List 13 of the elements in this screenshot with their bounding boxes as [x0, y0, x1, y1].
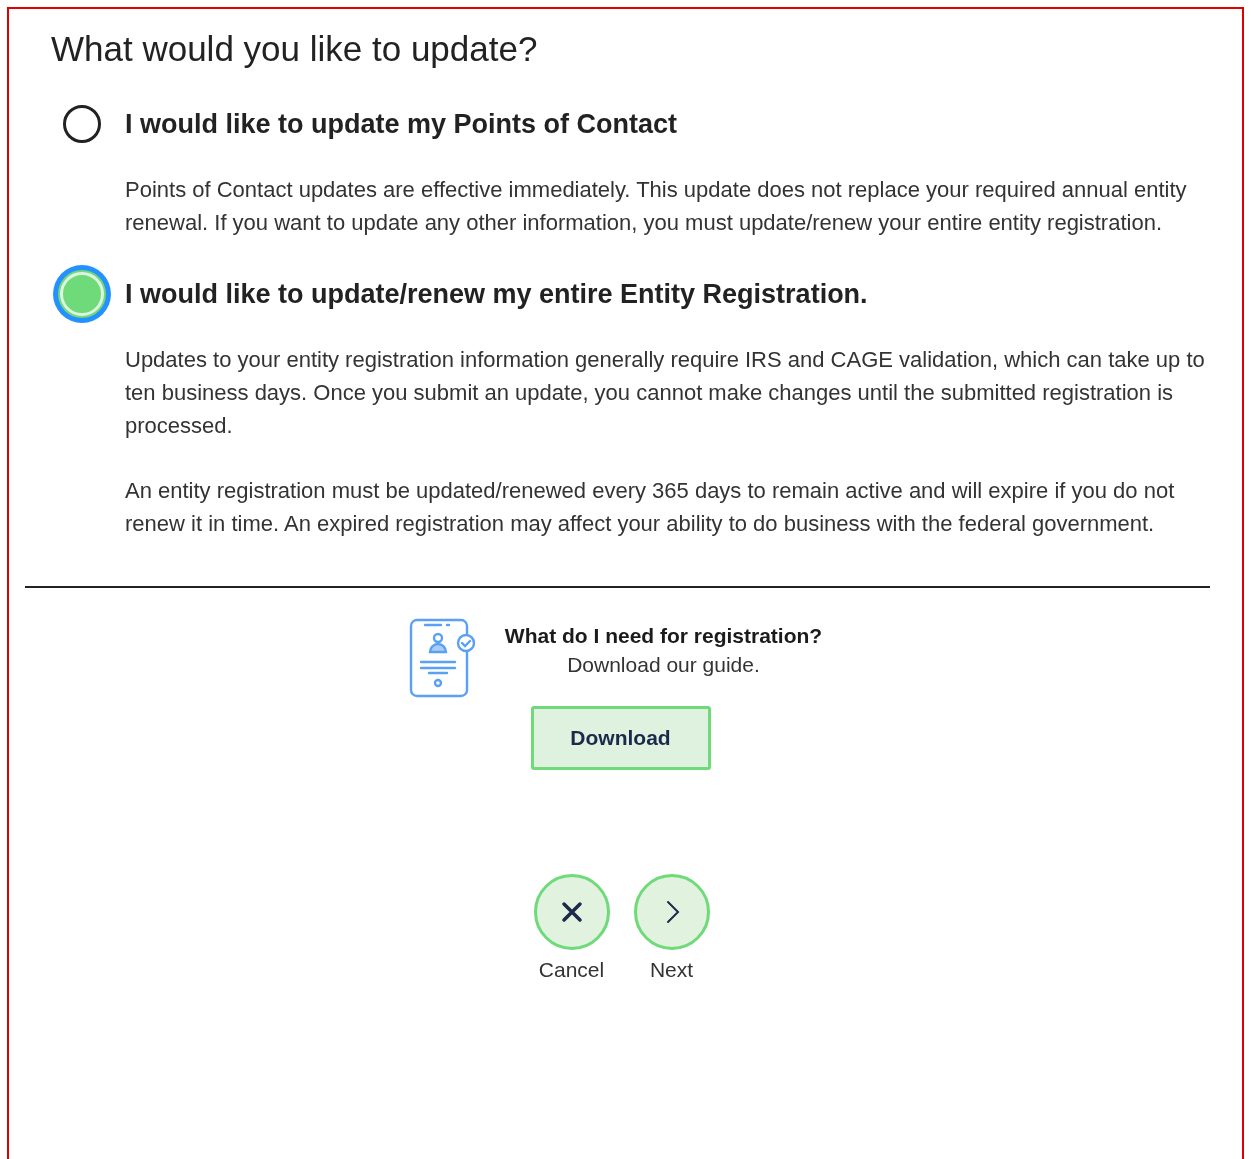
option-description: Points of Contact updates are effective immediately. This update does not replace your required annual entity renewal. If you want to update any other information, you must update/renew your entire entity registration. [125, 176, 1188, 237]
option-description: An entity registration must be updated/renewed every 365 days to remain active and will expire if you do not renew it in time. An expired registration may affect your ability to do business with the federal government. [125, 477, 1176, 538]
phone-profile-icon [408, 618, 475, 698]
option-label[interactable]: I would like to update my Points of Contact [125, 103, 678, 145]
download-button[interactable]: Download [530, 706, 711, 770]
option-label[interactable]: I would like to update/renew my entire Entity Registration. [125, 273, 868, 315]
option-description: Updates to your entity registration information generally require IRS and CAGE validation, which can take up to ten business days. Once you submit an update, you cannot make changes until the submitted registration is processed. [125, 346, 1205, 440]
guide-title: What do I need for registration? [504, 623, 823, 649]
action-label: Cancel [538, 957, 605, 983]
page-heading: What would you like to update? [51, 28, 539, 70]
guide-subtitle: Download our guide. [567, 652, 760, 678]
radio-button[interactable] [53, 265, 111, 323]
action-label: Next [649, 957, 694, 983]
